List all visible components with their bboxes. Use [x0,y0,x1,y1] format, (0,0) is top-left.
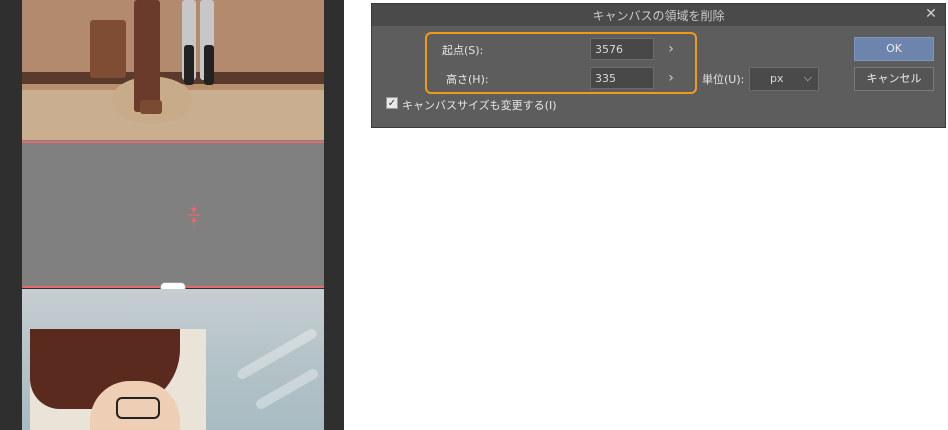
chevron-right-icon[interactable]: › [664,71,678,85]
height-label: 高さ(H): [446,73,489,86]
canvas-page[interactable] [22,0,324,430]
unit-value: px [770,72,784,85]
removal-zone [22,140,324,288]
resize-canvas-checkbox[interactable]: ✓ [386,97,398,109]
artwork-top [22,0,324,140]
chevron-right-icon[interactable]: › [664,42,678,56]
close-icon[interactable]: ✕ [923,6,939,22]
unit-select[interactable]: px ⌵ [749,67,819,91]
artwork-bottom [22,289,324,430]
unit-label: 単位(U): [702,73,745,86]
resize-canvas-label[interactable]: キャンバスサイズも変更する(I) [402,97,557,113]
guide-line-top[interactable] [22,141,324,143]
dialog-title: キャンバスの領域を削除 [592,9,725,23]
chevron-down-icon: ⌵ [803,71,812,84]
delete-canvas-area-dialog: キャンバスの領域を削除 ✕ 起点(S): › 高さ(H): › 単位(U): p… [371,3,946,128]
canvas-scrollbar[interactable] [324,0,344,430]
height-input[interactable] [590,67,654,89]
character-portrait [30,329,206,430]
ok-button[interactable]: OK [854,37,934,61]
center-marker-icon [188,204,200,226]
start-label: 起点(S): [442,44,484,57]
dialog-titlebar[interactable]: キャンバスの領域を削除 ✕ [372,4,945,26]
cancel-button[interactable]: キャンセル [854,67,934,91]
start-input[interactable] [590,38,654,60]
canvas-panel [0,0,344,430]
